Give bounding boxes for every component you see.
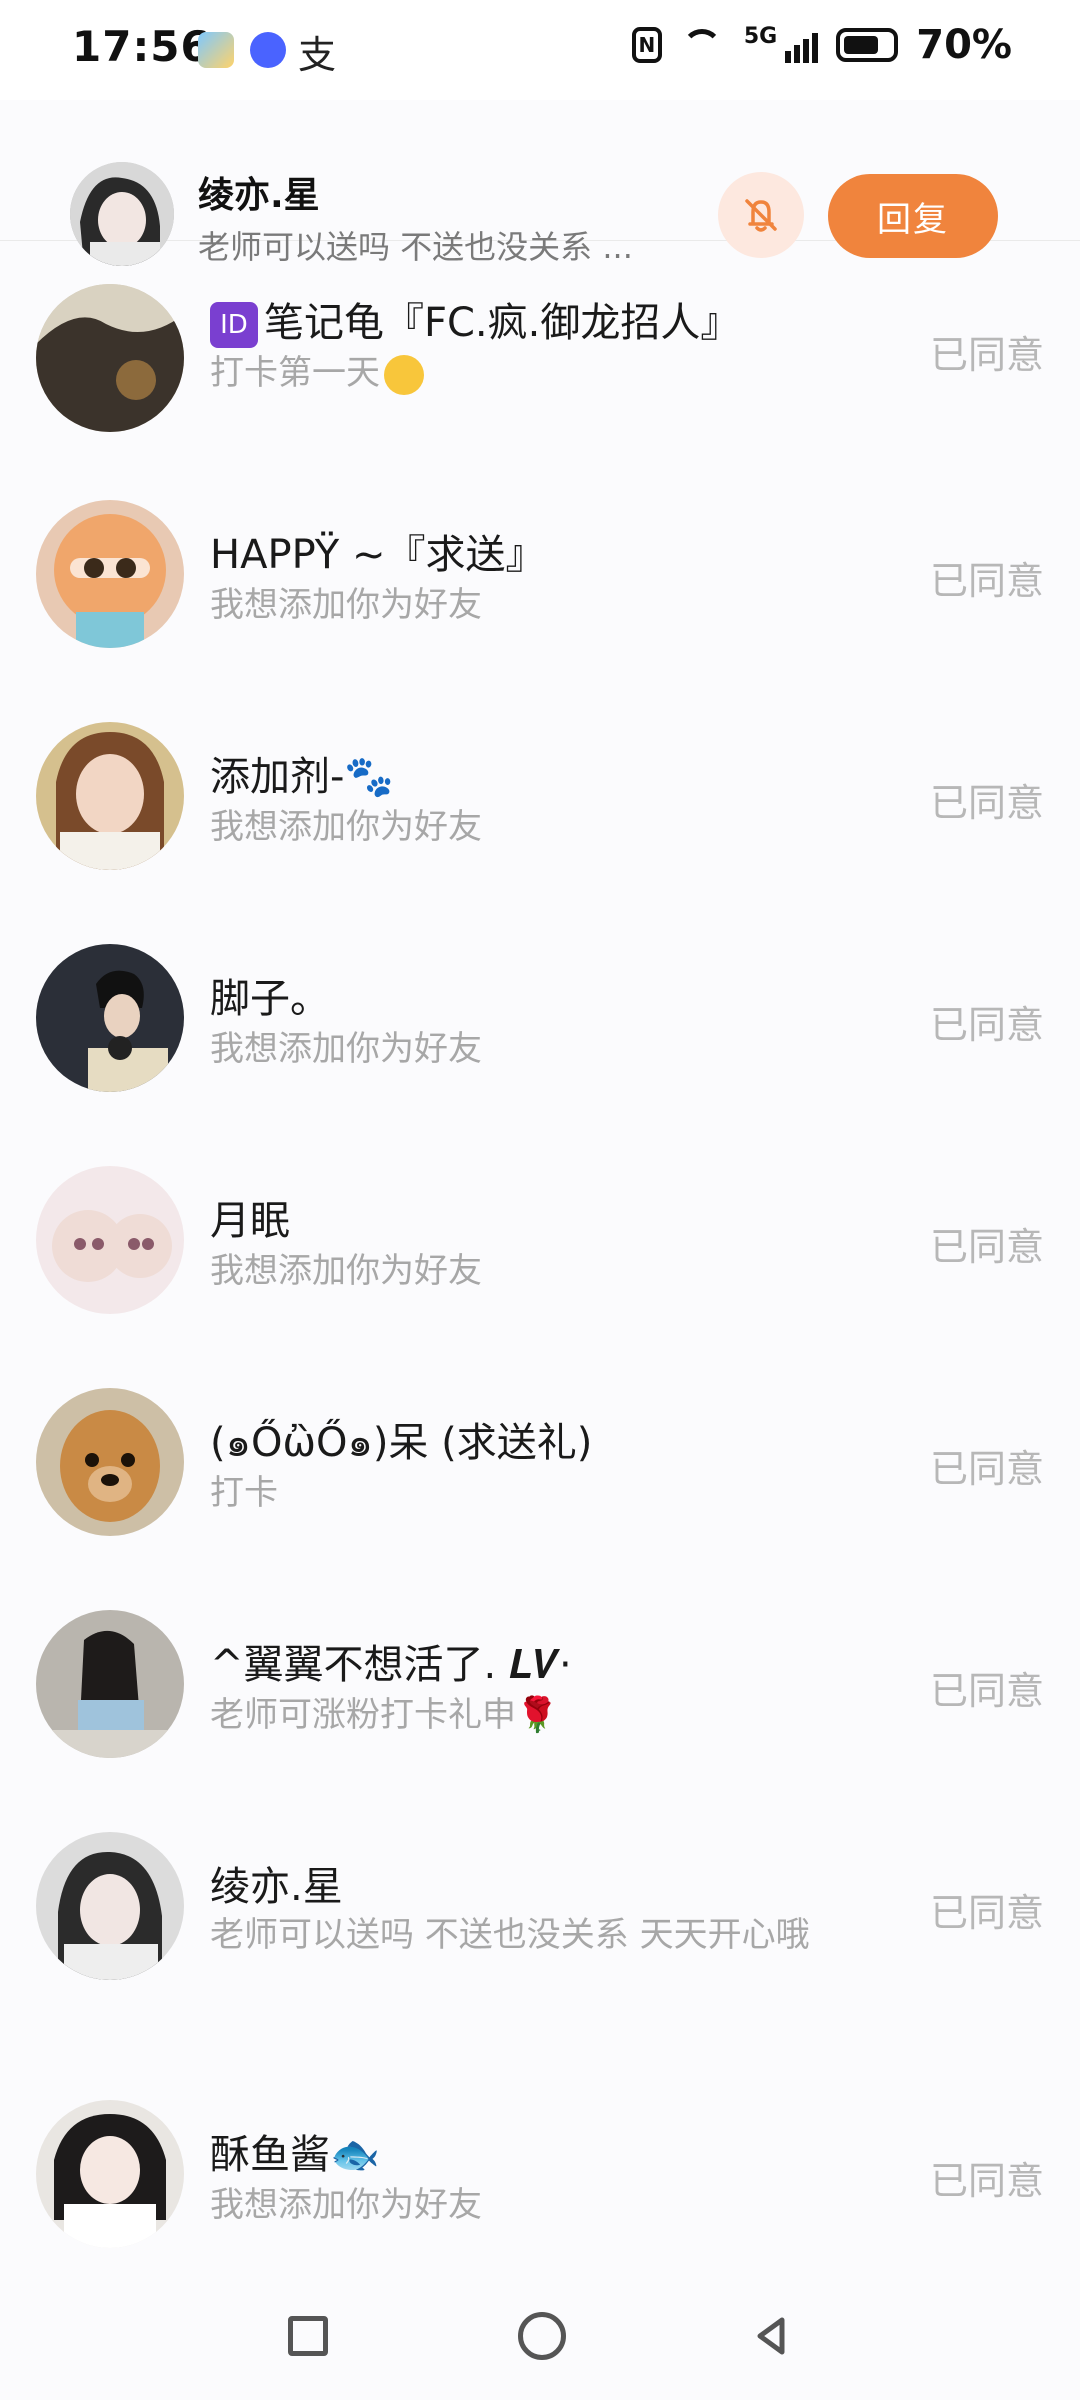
list-item[interactable]: (๑ŐὢŐ๑)呆 (求送礼) 打卡 已同意: [0, 1388, 1080, 1578]
request-message: 我想添加你为好友: [210, 2185, 482, 2225]
request-name: 脚子。: [210, 976, 330, 1022]
system-nav-bar: [0, 2280, 1080, 2400]
avatar-image: [36, 284, 184, 432]
status-badge: 已同意: [929, 1225, 1044, 1269]
list-item[interactable]: ID 笔记龟『FC.疯.御龙招人』 打卡第一天 已同意: [0, 284, 1080, 460]
reply-button[interactable]: 回复: [828, 174, 998, 258]
avatar-image: [36, 1832, 184, 1980]
avatar[interactable]: [36, 284, 184, 432]
avatar-image: [36, 1166, 184, 1314]
square-icon[interactable]: [288, 2316, 328, 2356]
list-item[interactable]: 添加剂-🐾 我想添加你为好友 已同意: [0, 722, 1080, 912]
request-name: ^翼翼不想活了. 𝑳𝑽·: [210, 1642, 572, 1688]
battery-percent: 70%: [916, 22, 1012, 68]
avatar[interactable]: [36, 722, 184, 870]
avatar[interactable]: [36, 1832, 184, 1980]
bell-off-icon: [745, 199, 777, 232]
status-badge: 已同意: [929, 781, 1044, 825]
avatar-image: [70, 162, 174, 266]
list-item[interactable]: HAPPŸ ~『求送』 我想添加你为好友 已同意: [0, 500, 1080, 690]
request-message-text: 打卡第一天: [210, 353, 380, 393]
list-item[interactable]: 脚子。 我想添加你为好友 已同意: [0, 944, 1080, 1134]
list-item[interactable]: 绫亦.星 老师可以送吗 不送也没关系 天天开心哦 已同意: [0, 1832, 1080, 2072]
battery-icon: [836, 28, 899, 62]
request-name: 添加剂-🐾: [210, 754, 395, 800]
avatar-image: [36, 1388, 184, 1536]
nfc-icon: N: [631, 27, 662, 63]
status-badge: 已同意: [929, 1003, 1044, 1047]
request-name-text: 笔记龟『FC.疯.御龙招人』: [264, 300, 741, 346]
avatar-image: [36, 944, 184, 1092]
avatar[interactable]: [36, 1610, 184, 1758]
request-message: 老师可以送吗 不送也没关系 天天开心哦: [210, 1915, 810, 1955]
avatar-image: [36, 2100, 184, 2248]
status-badge: 已同意: [929, 1669, 1044, 1713]
friend-requests-screen: 17:56 支 N 5G 70% 绫亦.星 老师可以送吗 不送也没关系 ...: [0, 0, 1080, 2400]
avatar-image: [36, 722, 184, 870]
wifi-icon: [680, 27, 726, 63]
header-sender-name: 绫亦.星: [198, 175, 320, 216]
list-item[interactable]: 酥鱼酱🐟 我想添加你为好友 已同意: [0, 2100, 1080, 2290]
avatar-image: [36, 500, 184, 648]
list-item[interactable]: 月眠 我想添加你为好友 已同意: [0, 1166, 1080, 1356]
request-message: 我想添加你为好友: [210, 1251, 482, 1291]
status-badge: 已同意: [929, 333, 1044, 377]
signal-icon: [785, 27, 819, 63]
music-icon: [250, 32, 286, 68]
status-badge: 已同意: [929, 2159, 1044, 2203]
alipay-icon: 支: [298, 33, 337, 77]
avatar[interactable]: [36, 2100, 184, 2248]
circle-icon[interactable]: [518, 2312, 566, 2360]
status-right-cluster: N 5G 70%: [631, 22, 1012, 68]
avatar[interactable]: [70, 162, 174, 266]
kissing-face-icon: [384, 354, 424, 395]
request-message: 打卡: [210, 1473, 278, 1513]
request-name: 酥鱼酱🐟: [210, 2132, 380, 2178]
list-item[interactable]: ^翼翼不想活了. 𝑳𝑽· 老师可涨粉打卡礼申🌹 已同意: [0, 1610, 1080, 1800]
header-message-preview[interactable]: 老师可以送吗 不送也没关系 ...: [198, 222, 688, 268]
request-message: 打卡第一天: [210, 342, 860, 404]
mute-button[interactable]: [718, 172, 804, 258]
request-message: 我想添加你为好友: [210, 585, 482, 625]
weather-icon: [198, 32, 234, 68]
request-message: 老师可涨粉打卡礼申🌹: [210, 1695, 559, 1735]
request-name: ID 笔记龟『FC.疯.御龙招人』: [210, 290, 740, 348]
request-message: 我想添加你为好友: [210, 807, 482, 847]
request-name: HAPPŸ ~『求送』: [210, 532, 546, 578]
status-badge: 已同意: [929, 1447, 1044, 1491]
avatar-image: [36, 1610, 184, 1758]
request-name: 月眠: [210, 1198, 290, 1244]
network-label: 5G: [743, 23, 778, 49]
avatar[interactable]: [36, 500, 184, 648]
avatar[interactable]: [36, 1166, 184, 1314]
avatar[interactable]: [36, 1388, 184, 1536]
triangle-back-icon[interactable]: [748, 2312, 796, 2360]
status-badge: 已同意: [929, 559, 1044, 603]
status-time: 17:56: [72, 22, 211, 71]
status-bar: 17:56 支 N 5G 70%: [0, 0, 1080, 100]
request-message: 我想添加你为好友: [210, 1029, 482, 1069]
status-badge: 已同意: [929, 1891, 1044, 1935]
avatar[interactable]: [36, 944, 184, 1092]
